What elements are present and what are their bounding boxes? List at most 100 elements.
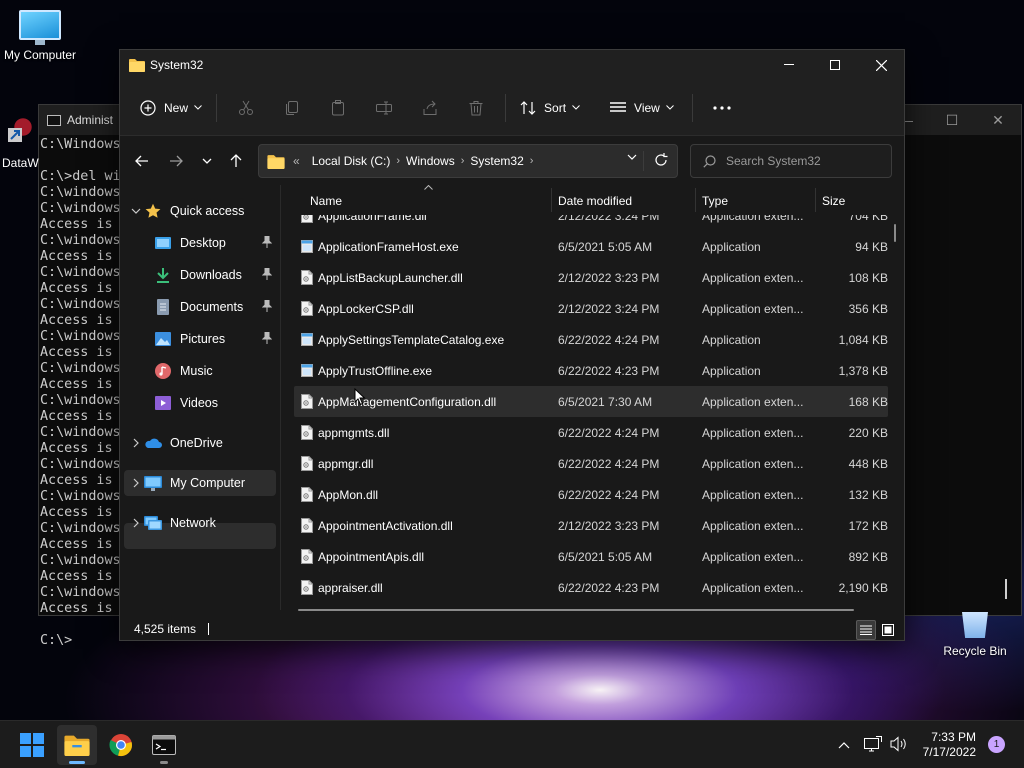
minimize-button[interactable]: [766, 50, 812, 80]
clock[interactable]: 7:33 PM 7/17/2022: [923, 730, 976, 760]
start-button[interactable]: [12, 725, 52, 765]
more-options-button[interactable]: [705, 92, 739, 124]
table-row[interactable]: appmgr.dll 6/22/2022 4:24 PM Application e…: [294, 448, 888, 479]
chevron-right-icon[interactable]: [128, 438, 144, 448]
file-size: 94 KB: [855, 239, 888, 254]
nav-network[interactable]: Network: [124, 510, 276, 536]
file-date-modified: 6/5/2021 5:05 AM: [558, 239, 653, 254]
table-row[interactable]: AppointmentApis.dll 6/5/2021 5:05 AM Appli…: [294, 541, 888, 572]
search-box[interactable]: Search System32: [690, 144, 892, 178]
file-date-modified: 6/22/2022 4:24 PM: [558, 456, 660, 471]
up-button[interactable]: [224, 149, 248, 173]
details-view-button[interactable]: [856, 620, 876, 640]
cmd-maximize-button[interactable]: ☐: [929, 105, 975, 135]
file-explorer-window[interactable]: System32 New Sort View « Local Disk (C:)…: [119, 49, 905, 641]
chevron-right-icon[interactable]: ›: [530, 155, 534, 167]
column-divider[interactable]: [551, 188, 552, 212]
scissors-icon: [239, 100, 254, 115]
network-status-button[interactable]: [864, 735, 882, 755]
nav-videos[interactable]: Videos: [144, 390, 276, 416]
taskbar-chrome[interactable]: [101, 725, 141, 765]
horizontal-scrollbar[interactable]: [298, 609, 854, 611]
table-row[interactable]: ApplyTrustOffline.exe 6/22/2022 4:23 PM Ap…: [294, 355, 888, 386]
desktop-icon-recycle-bin[interactable]: Recycle Bin: [935, 606, 1015, 658]
network-icon: [144, 515, 162, 531]
chevron-right-icon[interactable]: ›: [461, 155, 465, 167]
pane-splitter[interactable]: [280, 185, 281, 610]
nav-my-computer[interactable]: My Computer: [124, 470, 276, 496]
nav-quick-access[interactable]: Quick access: [124, 198, 276, 224]
table-row[interactable]: AppListBackupLauncher.dll 2/12/2022 3:23 …: [294, 262, 888, 293]
nav-music[interactable]: Music: [144, 358, 276, 384]
cmd-close-button[interactable]: ✕: [975, 105, 1021, 135]
file-name: ApplicationFrameHost.exe: [318, 239, 459, 254]
column-divider[interactable]: [815, 188, 816, 212]
column-header-name[interactable]: Name: [310, 194, 342, 208]
column-header-type[interactable]: Type: [702, 194, 728, 208]
chevron-right-icon[interactable]: [128, 478, 144, 488]
toolbar-divider: [691, 93, 693, 122]
nav-pictures[interactable]: Pictures: [144, 326, 276, 352]
desktop-icon-dataw[interactable]: DataW: [2, 112, 42, 170]
show-hidden-icons-button[interactable]: [838, 738, 850, 752]
table-row[interactable]: ApplySettingsTemplateCatalog.exe 6/22/202…: [294, 324, 888, 355]
column-divider[interactable]: [695, 188, 696, 212]
breadcrumb-overflow[interactable]: «: [293, 154, 300, 168]
nav-onedrive[interactable]: OneDrive: [124, 430, 276, 456]
breadcrumb-windows[interactable]: Windows: [406, 154, 455, 168]
breadcrumb-system32[interactable]: System32: [470, 154, 523, 168]
large-icons-view-button[interactable]: [878, 620, 898, 640]
nav-documents[interactable]: Documents: [144, 294, 276, 320]
plus-circle-icon: [140, 99, 156, 116]
arrow-right-icon: [170, 155, 183, 167]
taskbar-file-explorer[interactable]: [57, 725, 97, 765]
nav-downloads[interactable]: Downloads: [144, 262, 276, 288]
chevron-right-icon[interactable]: ›: [396, 155, 400, 167]
table-row[interactable]: AppManagementConfiguration.dll 6/5/2021 7…: [294, 386, 888, 417]
file-name: AppManagementConfiguration.dll: [318, 394, 497, 409]
table-row[interactable]: appmgmts.dll 6/22/2022 4:24 PM Application…: [294, 417, 888, 448]
cmd-scrollbar[interactable]: [1005, 579, 1007, 599]
view-button[interactable]: View: [602, 92, 682, 124]
table-row[interactable]: ApplicationFrameHost.exe 6/5/2021 5:05 AM…: [294, 231, 888, 262]
column-header-date[interactable]: Date modified: [558, 194, 632, 208]
chevron-right-icon[interactable]: [128, 518, 144, 528]
file-size: 220 KB: [848, 425, 888, 440]
refresh-icon[interactable]: [654, 153, 668, 167]
share-button[interactable]: [407, 92, 453, 124]
recent-locations-button[interactable]: [195, 149, 219, 173]
maximize-button[interactable]: [812, 50, 858, 80]
close-button[interactable]: [858, 50, 904, 80]
exe-file-icon: [301, 364, 313, 377]
nav-desktop[interactable]: Desktop: [144, 230, 276, 256]
chevron-down-icon[interactable]: [128, 208, 144, 214]
explorer-titlebar[interactable]: System32: [120, 50, 904, 80]
volume-button[interactable]: [890, 735, 908, 755]
forward-button[interactable]: [164, 149, 188, 173]
copy-button[interactable]: [269, 92, 315, 124]
taskbar-terminal[interactable]: [144, 725, 184, 765]
paste-button[interactable]: [315, 92, 361, 124]
table-row[interactable]: AppLockerCSP.dll 2/12/2022 3:24 PM Applica…: [294, 293, 888, 324]
table-row[interactable]: appraiser.dll 6/22/2022 4:23 PM Applicatio…: [294, 572, 888, 595]
new-button[interactable]: New: [132, 92, 210, 124]
desktop-icon-my-computer[interactable]: My Computer: [0, 10, 80, 62]
cut-button[interactable]: [223, 92, 269, 124]
table-row[interactable]: AppointmentActivation.dll 2/12/2022 3:23 …: [294, 510, 888, 541]
back-button[interactable]: [130, 149, 154, 173]
vertical-scrollbar[interactable]: [894, 224, 896, 242]
column-header-size[interactable]: Size: [822, 194, 845, 208]
sort-button[interactable]: Sort: [512, 92, 588, 124]
address-bar[interactable]: « Local Disk (C:) › Windows › System32 ›: [258, 144, 678, 178]
table-row[interactable]: AppMon.dll 6/22/2022 4:24 PM Application e…: [294, 479, 888, 510]
nav-label: My Computer: [170, 476, 246, 490]
notification-badge[interactable]: 1: [988, 736, 1005, 753]
file-name: appmgmts.dll: [318, 425, 390, 440]
documents-icon: [154, 299, 172, 315]
address-dropdown-icon[interactable]: [627, 154, 637, 160]
breadcrumb-local-disk[interactable]: Local Disk (C:): [312, 154, 391, 168]
rename-button[interactable]: [361, 92, 407, 124]
dll-file-icon: [301, 580, 313, 595]
delete-button[interactable]: [453, 92, 499, 124]
table-row[interactable]: ApplicationFrame.dll 2/12/2022 3:24 PM App…: [294, 215, 888, 231]
